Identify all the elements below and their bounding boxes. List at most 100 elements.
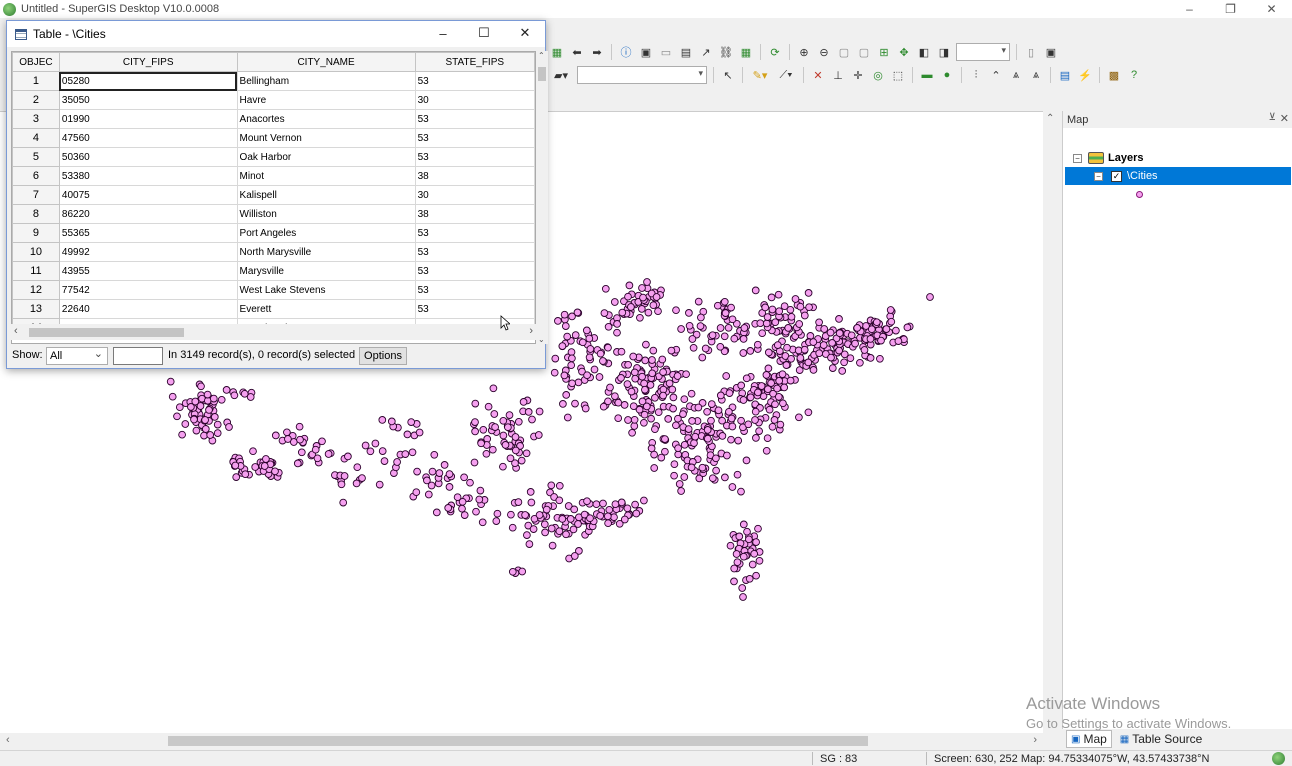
city-point[interactable] <box>403 430 412 439</box>
city-point[interactable] <box>733 558 742 567</box>
scroll-thumb[interactable] <box>168 736 868 746</box>
collapse-icon[interactable]: − <box>1073 153 1082 163</box>
city-point[interactable] <box>779 399 787 408</box>
city-point[interactable] <box>477 439 485 448</box>
city-point[interactable] <box>795 413 803 422</box>
city-point[interactable] <box>629 352 638 361</box>
table-row[interactable]: 6 53380 Minot 38 <box>12 166 535 186</box>
city-point[interactable] <box>642 340 650 349</box>
city-point[interactable] <box>661 435 669 443</box>
city-point[interactable] <box>526 488 535 496</box>
city-point[interactable] <box>570 552 579 560</box>
city-point[interactable] <box>632 509 641 518</box>
cell-city-fips[interactable]: 53380 <box>58 166 238 186</box>
window-icon[interactable]: ▭ <box>658 44 674 60</box>
city-point[interactable] <box>585 334 594 343</box>
city-point[interactable] <box>762 319 771 328</box>
city-point[interactable] <box>596 349 605 358</box>
cell-state-fips[interactable]: 53 <box>414 299 535 319</box>
city-point[interactable] <box>735 532 744 541</box>
cell-city-name[interactable]: Anacortes <box>236 109 416 129</box>
city-point[interactable] <box>667 346 676 355</box>
row-number[interactable]: 6 <box>12 166 60 186</box>
city-point[interactable] <box>685 321 694 330</box>
city-point[interactable] <box>716 391 725 400</box>
close-button[interactable]: ✕ <box>1251 0 1292 18</box>
up-icon[interactable]: ⌃ <box>988 67 1004 83</box>
city-point[interactable] <box>471 427 479 436</box>
city-point[interactable] <box>596 511 605 520</box>
city-point[interactable] <box>560 371 569 380</box>
table-row[interactable]: 2 35050 Havre 30 <box>12 90 535 110</box>
city-point[interactable] <box>568 354 576 363</box>
city-point[interactable] <box>882 325 891 333</box>
city-point[interactable] <box>535 511 544 519</box>
city-point[interactable] <box>583 371 591 380</box>
city-point[interactable] <box>311 445 320 454</box>
city-point[interactable] <box>582 326 591 335</box>
city-point[interactable] <box>720 297 729 306</box>
city-point[interactable] <box>590 365 599 374</box>
city-point[interactable] <box>478 518 487 527</box>
city-point[interactable] <box>358 474 366 482</box>
city-point[interactable] <box>230 391 239 400</box>
city-point[interactable] <box>295 422 304 431</box>
city-point[interactable] <box>231 461 240 470</box>
city-point[interactable] <box>648 356 656 364</box>
cell-city-name[interactable]: Havre <box>236 90 416 110</box>
city-point[interactable] <box>522 449 531 458</box>
city-point[interactable] <box>570 505 579 514</box>
cell-city-fips[interactable]: 55365 <box>58 223 238 243</box>
forward-arrow-icon[interactable]: ➡ <box>589 44 605 60</box>
city-point[interactable] <box>835 329 844 338</box>
row-number[interactable]: 4 <box>12 128 60 148</box>
city-point[interactable] <box>659 391 667 400</box>
city-point[interactable] <box>751 416 759 424</box>
city-point[interactable] <box>293 459 302 468</box>
info-icon[interactable]: ⓘ <box>618 44 634 60</box>
city-point[interactable] <box>688 335 697 343</box>
city-point[interactable] <box>728 315 737 324</box>
city-point[interactable] <box>574 520 582 528</box>
city-point[interactable] <box>492 517 501 525</box>
city-point[interactable] <box>271 467 279 476</box>
cell-city-fips[interactable]: 40075 <box>58 185 238 205</box>
city-point[interactable] <box>866 335 875 343</box>
city-point[interactable] <box>529 525 538 533</box>
city-point[interactable] <box>787 354 795 363</box>
city-point[interactable] <box>175 403 184 412</box>
city-point[interactable] <box>507 510 515 519</box>
city-point[interactable] <box>571 399 579 408</box>
city-point[interactable] <box>775 307 784 316</box>
city-point[interactable] <box>581 404 590 413</box>
export-icon[interactable]: ▣ <box>1043 44 1059 60</box>
city-point[interactable] <box>764 364 773 373</box>
city-point[interactable] <box>604 397 612 406</box>
column-header[interactable]: STATE_FIPS <box>414 52 535 72</box>
cell-state-fips[interactable]: 53 <box>414 223 535 243</box>
zoom-out-icon[interactable]: ⊖ <box>816 44 832 60</box>
city-point[interactable] <box>847 331 856 340</box>
city-point[interactable] <box>297 448 306 457</box>
city-point[interactable] <box>617 374 625 382</box>
fixed-zoom-in-icon[interactable]: ▢ <box>836 44 852 60</box>
tree-item-symbol[interactable] <box>1063 185 1291 203</box>
city-point[interactable] <box>490 410 499 418</box>
city-point[interactable] <box>504 423 512 432</box>
city-point[interactable] <box>677 325 685 333</box>
city-point[interactable] <box>604 519 612 528</box>
city-point[interactable] <box>296 435 304 444</box>
city-point[interactable] <box>555 481 564 490</box>
city-point[interactable] <box>724 323 733 332</box>
city-point[interactable] <box>887 317 896 326</box>
city-point[interactable] <box>627 303 635 311</box>
cell-city-name[interactable]: Mount Vernon <box>236 128 416 148</box>
city-point[interactable] <box>460 473 468 482</box>
cell-city-name[interactable]: Bellingham <box>236 71 416 91</box>
city-point[interactable] <box>541 528 549 537</box>
city-point[interactable] <box>440 461 449 469</box>
city-point[interactable] <box>601 284 610 293</box>
city-point[interactable] <box>508 567 517 576</box>
city-point[interactable] <box>627 387 636 396</box>
city-point[interactable] <box>618 308 627 317</box>
